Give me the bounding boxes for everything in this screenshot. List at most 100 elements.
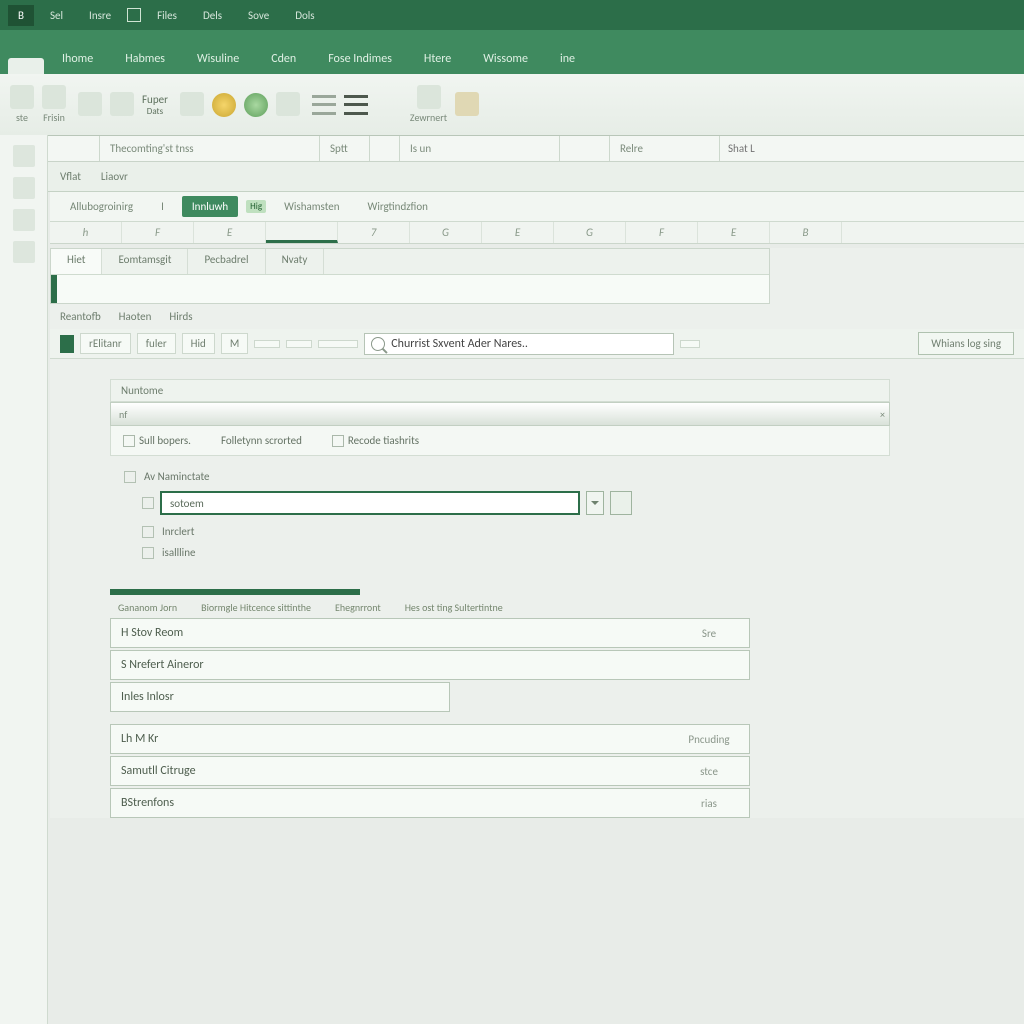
titlebar-item-4[interactable]: Dels (193, 5, 232, 26)
lower-table: Gananom Jorn Biormgle Hitcence sittinthe… (110, 589, 750, 818)
table-row[interactable]: H Stov ReomSre (110, 618, 750, 648)
fbar-cell-3[interactable] (370, 136, 400, 161)
align-justify-icon[interactable] (344, 95, 368, 115)
ribbon-tab-0[interactable]: Ihome (48, 44, 107, 74)
extra-button[interactable] (455, 92, 479, 118)
ribbon-tab-7[interactable]: ine (546, 44, 589, 74)
formula-input[interactable] (720, 142, 1024, 155)
titlebar-item-1[interactable]: Sel (40, 5, 73, 26)
subtab-1[interactable]: I (151, 196, 174, 217)
page-button-2[interactable] (110, 92, 134, 118)
inner-tab-2[interactable]: Pecbadrel (188, 249, 265, 274)
col-6[interactable]: E (482, 222, 554, 243)
col-4[interactable]: 7 (338, 222, 410, 243)
tool2-item-0[interactable]: Vflat (60, 170, 81, 183)
subtab-2[interactable]: Innluwh (182, 196, 238, 217)
th-3[interactable]: Hes ost ting Sultertintne (405, 601, 503, 614)
midtab-1[interactable]: Haoten (119, 310, 152, 323)
table-row[interactable]: BStrenfonsrias (110, 788, 750, 818)
col-1[interactable]: F (122, 222, 194, 243)
gutter-icon[interactable] (13, 241, 35, 263)
inner-tab-1[interactable]: Eomtamsgit (102, 249, 188, 274)
seg-blank1[interactable] (254, 340, 280, 348)
page-button-1[interactable] (78, 92, 102, 118)
select-row: sotoem (142, 491, 1010, 515)
col-0[interactable]: h (50, 222, 122, 243)
ribbon-tab-5[interactable]: Htere (410, 44, 465, 74)
th-2[interactable]: Ehegnrront (335, 601, 381, 614)
align-left-icon[interactable] (312, 95, 336, 115)
col-10[interactable]: B (770, 222, 842, 243)
dialog-opt-2[interactable]: Recode tiashrits (332, 434, 419, 447)
titlebar-item-6[interactable]: Dols (285, 5, 324, 26)
gutter-icon[interactable] (13, 209, 35, 231)
ribbon-tab-6[interactable]: Wissome (469, 44, 542, 74)
shape-button-1[interactable] (180, 92, 204, 118)
ribbon-tab-file[interactable] (8, 58, 44, 74)
dropdown-arrow-icon[interactable] (586, 491, 604, 515)
form-opt-2[interactable]: isallline (142, 546, 1010, 559)
highlight-green-icon[interactable] (244, 93, 268, 117)
th-1[interactable]: Biormgle Hitcence sittinthe (201, 601, 311, 614)
paste-button[interactable]: ste (10, 85, 34, 124)
col-9[interactable]: E (698, 222, 770, 243)
ribbon-tab-1[interactable]: Habmes (111, 44, 179, 74)
gutter-icon[interactable] (13, 177, 35, 199)
form-opt-1[interactable]: Inrclert (142, 525, 1010, 538)
titlebar-item-0[interactable]: B (8, 5, 34, 26)
close-icon[interactable]: × (880, 408, 885, 421)
dialog-options: Sull bopers. Folletynn scrorted Recode t… (110, 426, 890, 456)
search-field[interactable]: Churrist Sxvent Ader Nares.. (364, 333, 674, 355)
checkbox-icon[interactable] (124, 471, 136, 483)
tool2-item-1[interactable]: Liaovr (101, 170, 128, 183)
titlebar-item-3[interactable]: Files (147, 5, 187, 26)
font-button[interactable]: Frisin (42, 85, 66, 124)
dialog-header: Nuntome (110, 379, 890, 402)
seg-after[interactable] (680, 340, 700, 348)
col-8[interactable]: F (626, 222, 698, 243)
midtab-0[interactable]: Reantofb (60, 310, 101, 323)
dialog-opt-1[interactable]: Folletynn scrorted (221, 434, 302, 447)
ribbon-tab-2[interactable]: Wisuline (183, 44, 253, 74)
seg-1[interactable]: fuler (137, 333, 176, 354)
subtab-4[interactable]: Wirgtindzfion (358, 196, 438, 217)
inner-tab-0[interactable]: Hiet (51, 249, 102, 274)
inner-tab-strip: Hiet Eomtamsgit Pecbadrel Nvaty (51, 249, 769, 275)
th-0[interactable]: Gananom Jorn (118, 601, 177, 614)
col-2[interactable]: E (194, 222, 266, 243)
midtab-2[interactable]: Hirds (169, 310, 192, 323)
subtab-0[interactable]: Allubogroinirg (60, 196, 143, 217)
gutter-icon[interactable] (13, 145, 35, 167)
comment-button[interactable]: Zewrnert (410, 85, 447, 124)
shape-button-2[interactable] (276, 92, 300, 118)
dialog-titlebar[interactable]: nf × (110, 402, 890, 426)
select-dropdown[interactable]: sotoem (160, 491, 580, 515)
table-row[interactable]: Samutll Citrugestce (110, 756, 750, 786)
checkbox-icon[interactable] (142, 497, 154, 509)
col-3[interactable] (266, 222, 338, 243)
col-7[interactable]: G (554, 222, 626, 243)
titlebar-item-2[interactable]: Insre (79, 5, 121, 26)
ribbon-tab-3[interactable]: Cden (257, 44, 310, 74)
titlebar-item-5[interactable]: Sove (238, 5, 279, 26)
checkbox-icon (332, 435, 344, 447)
form-label-1: Av Naminctate (124, 470, 1010, 483)
shape-icon (276, 92, 300, 116)
inner-tab-3[interactable]: Nvaty (266, 249, 325, 274)
table-row[interactable]: S Nrefert Aineror (110, 650, 750, 680)
ribbon-tab-4[interactable]: Fose Indimes (314, 44, 406, 74)
seg-blank2[interactable] (286, 340, 312, 348)
table-row[interactable]: Lh M KrPncuding (110, 724, 750, 754)
seg-blank3[interactable] (318, 340, 358, 348)
dialog-opt-0[interactable]: Sull bopers. (123, 434, 191, 447)
table-row[interactable]: Inles Inlosr (110, 682, 450, 712)
select-extend-button[interactable] (610, 491, 632, 515)
right-action-button[interactable]: Whians log sing (918, 332, 1014, 355)
seg-2[interactable]: Hid (182, 333, 215, 354)
page-icon (78, 92, 102, 116)
subtab-3[interactable]: Wishamsten (274, 196, 349, 217)
seg-0[interactable]: rElitanr (80, 333, 131, 354)
highlight-yellow-icon[interactable] (212, 93, 236, 117)
col-5[interactable]: G (410, 222, 482, 243)
seg-3[interactable]: M (221, 333, 248, 354)
